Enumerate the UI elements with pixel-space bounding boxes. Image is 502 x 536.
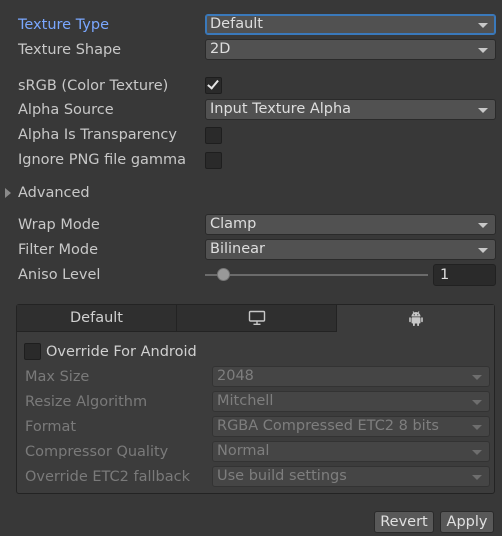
chevron-down-icon — [472, 375, 482, 380]
aniso-level-slider-thumb[interactable] — [217, 268, 230, 281]
filter-mode-label: Filter Mode — [18, 242, 99, 258]
wrap-mode-value: Clamp — [210, 216, 257, 232]
texture-shape-dropdown[interactable]: 2D — [205, 39, 496, 60]
texture-type-value: Default — [210, 16, 263, 32]
ignore-png-gamma-label: Ignore PNG file gamma — [18, 152, 187, 168]
platform-tabbar: Default — [17, 305, 494, 332]
alpha-source-value: Input Texture Alpha — [210, 101, 352, 117]
alpha-source-dropdown[interactable]: Input Texture Alpha — [205, 99, 496, 120]
override-android-label: Override For Android — [46, 344, 197, 360]
resize-algorithm-dropdown: Mitchell — [212, 391, 490, 412]
filter-mode-value: Bilinear — [210, 241, 265, 257]
foldout-arrow-icon[interactable] — [5, 188, 11, 198]
chevron-down-icon — [478, 108, 488, 113]
chevron-down-icon — [478, 223, 488, 228]
texture-shape-value: 2D — [210, 41, 231, 57]
aniso-level-label: Aniso Level — [18, 267, 101, 283]
format-value: RGBA Compressed ETC2 8 bits — [217, 418, 439, 434]
apply-button[interactable]: Apply — [440, 511, 494, 533]
chevron-down-icon — [478, 248, 488, 253]
chevron-down-icon — [472, 425, 482, 430]
max-size-dropdown: 2048 — [212, 366, 490, 387]
wrap-mode-dropdown[interactable]: Clamp — [205, 214, 496, 235]
checkmark-icon — [207, 77, 219, 90]
max-size-label: Max Size — [25, 369, 90, 385]
android-icon — [408, 310, 423, 326]
override-etc2-fallback-label: Override ETC2 fallback — [25, 469, 190, 485]
max-size-value: 2048 — [217, 368, 254, 384]
override-android-checkbox[interactable] — [24, 343, 41, 360]
platform-settings-panel: Default Override For Android Max Size 20… — [16, 304, 495, 494]
monitor-icon — [248, 310, 265, 326]
alpha-is-transparency-checkbox[interactable] — [205, 127, 222, 144]
revert-button[interactable]: Revert — [374, 511, 434, 533]
advanced-foldout-label[interactable]: Advanced — [18, 183, 90, 203]
wrap-mode-label: Wrap Mode — [18, 217, 100, 233]
tab-android[interactable] — [337, 305, 494, 332]
srgb-label: sRGB (Color Texture) — [18, 78, 169, 94]
compressor-quality-value: Normal — [217, 443, 270, 459]
compressor-quality-dropdown: Normal — [212, 441, 490, 462]
texture-type-dropdown[interactable]: Default — [205, 14, 496, 35]
aniso-level-input[interactable]: 1 — [433, 264, 496, 286]
override-etc2-fallback-dropdown: Use build settings — [212, 466, 490, 487]
chevron-down-icon — [472, 475, 482, 480]
chevron-down-icon — [478, 48, 488, 53]
srgb-checkbox[interactable] — [205, 77, 222, 94]
texture-shape-label: Texture Shape — [18, 42, 122, 58]
chevron-down-icon — [472, 450, 482, 455]
ignore-png-gamma-checkbox[interactable] — [205, 152, 222, 169]
alpha-is-transparency-label: Alpha Is Transparency — [18, 127, 177, 143]
format-dropdown: RGBA Compressed ETC2 8 bits — [212, 416, 490, 437]
resize-algorithm-label: Resize Algorithm — [25, 394, 148, 410]
alpha-source-label: Alpha Source — [18, 102, 114, 118]
format-label: Format — [25, 419, 77, 435]
chevron-down-icon — [472, 400, 482, 405]
tab-default[interactable]: Default — [17, 305, 177, 332]
override-etc2-fallback-value: Use build settings — [217, 468, 347, 484]
resize-algorithm-value: Mitchell — [217, 393, 274, 409]
texture-type-label: Texture Type — [18, 17, 109, 33]
tab-standalone[interactable] — [177, 305, 337, 332]
aniso-level-slider-track[interactable] — [205, 274, 428, 276]
filter-mode-dropdown[interactable]: Bilinear — [205, 239, 496, 260]
chevron-down-icon — [478, 23, 488, 28]
compressor-quality-label: Compressor Quality — [25, 444, 169, 460]
